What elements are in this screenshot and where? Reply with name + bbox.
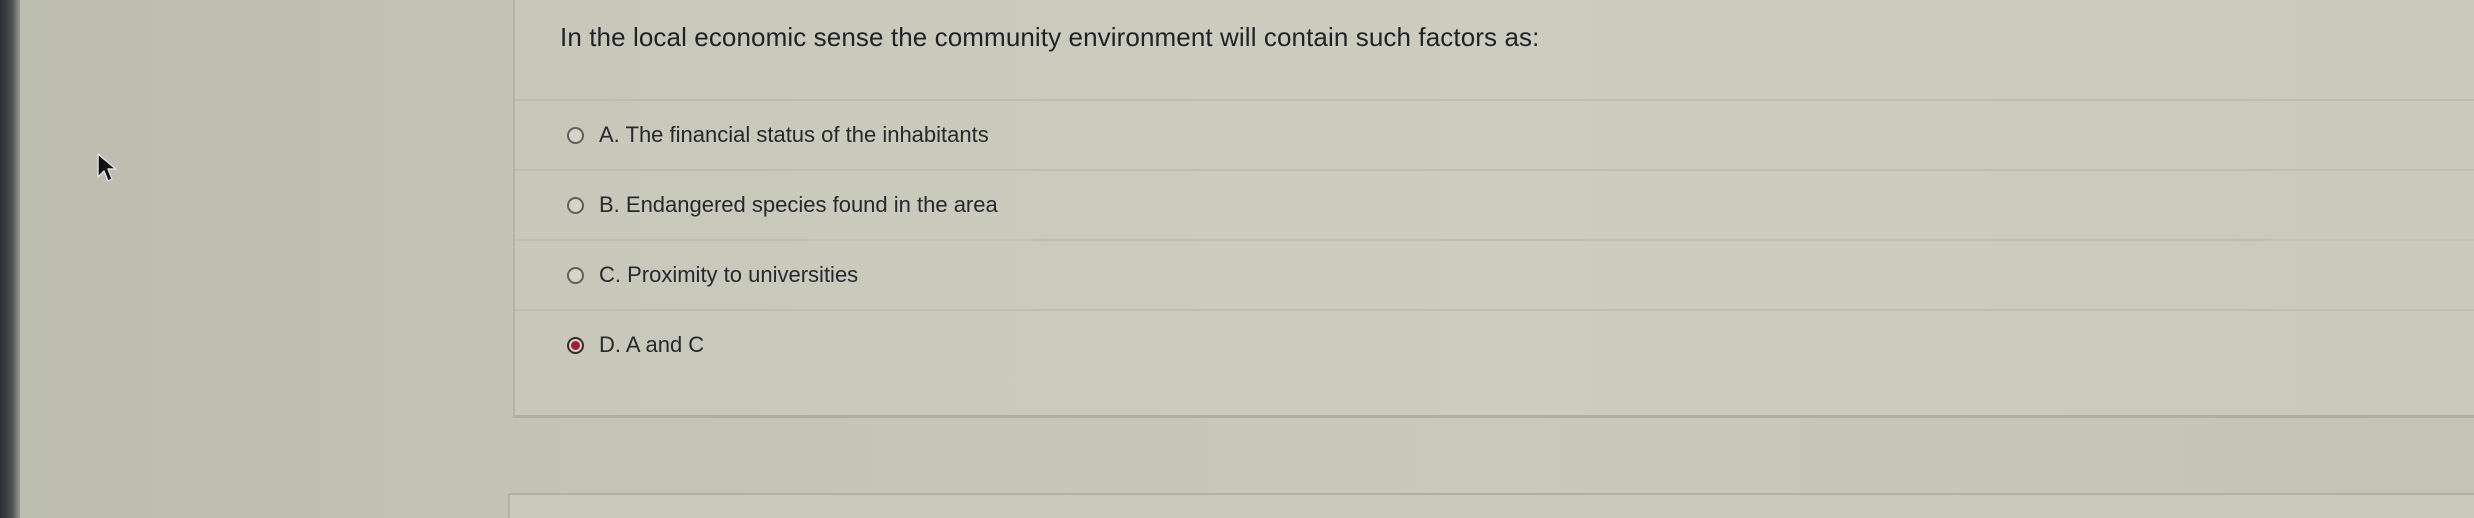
option-label: D. A and C (599, 332, 705, 357)
option-c[interactable]: C. Proximity to universities (515, 239, 2474, 309)
quiz-page: In the local economic sense the communit… (0, 0, 2474, 518)
option-label: A. The financial status of the inhabitan… (599, 122, 989, 147)
option-label: C. Proximity to universities (599, 262, 859, 287)
option-label: B. Endangered species found in the area (599, 192, 998, 217)
radio-unchecked-icon[interactable] (567, 126, 584, 144)
question-text: In the local economic sense the communit… (560, 22, 1540, 52)
option-a[interactable]: A. The financial status of the inhabitan… (515, 99, 2474, 169)
screen-edge (0, 0, 20, 518)
radio-unchecked-icon[interactable] (567, 266, 584, 284)
mouse-pointer-icon (97, 153, 117, 182)
next-question-card (508, 493, 2474, 518)
radio-checked-icon[interactable] (567, 336, 584, 354)
question-card: In the local economic sense the communit… (513, 0, 2474, 418)
option-d[interactable]: D. A and C (515, 309, 2474, 379)
radio-unchecked-icon[interactable] (567, 196, 584, 214)
option-b[interactable]: B. Endangered species found in the area (515, 169, 2474, 239)
